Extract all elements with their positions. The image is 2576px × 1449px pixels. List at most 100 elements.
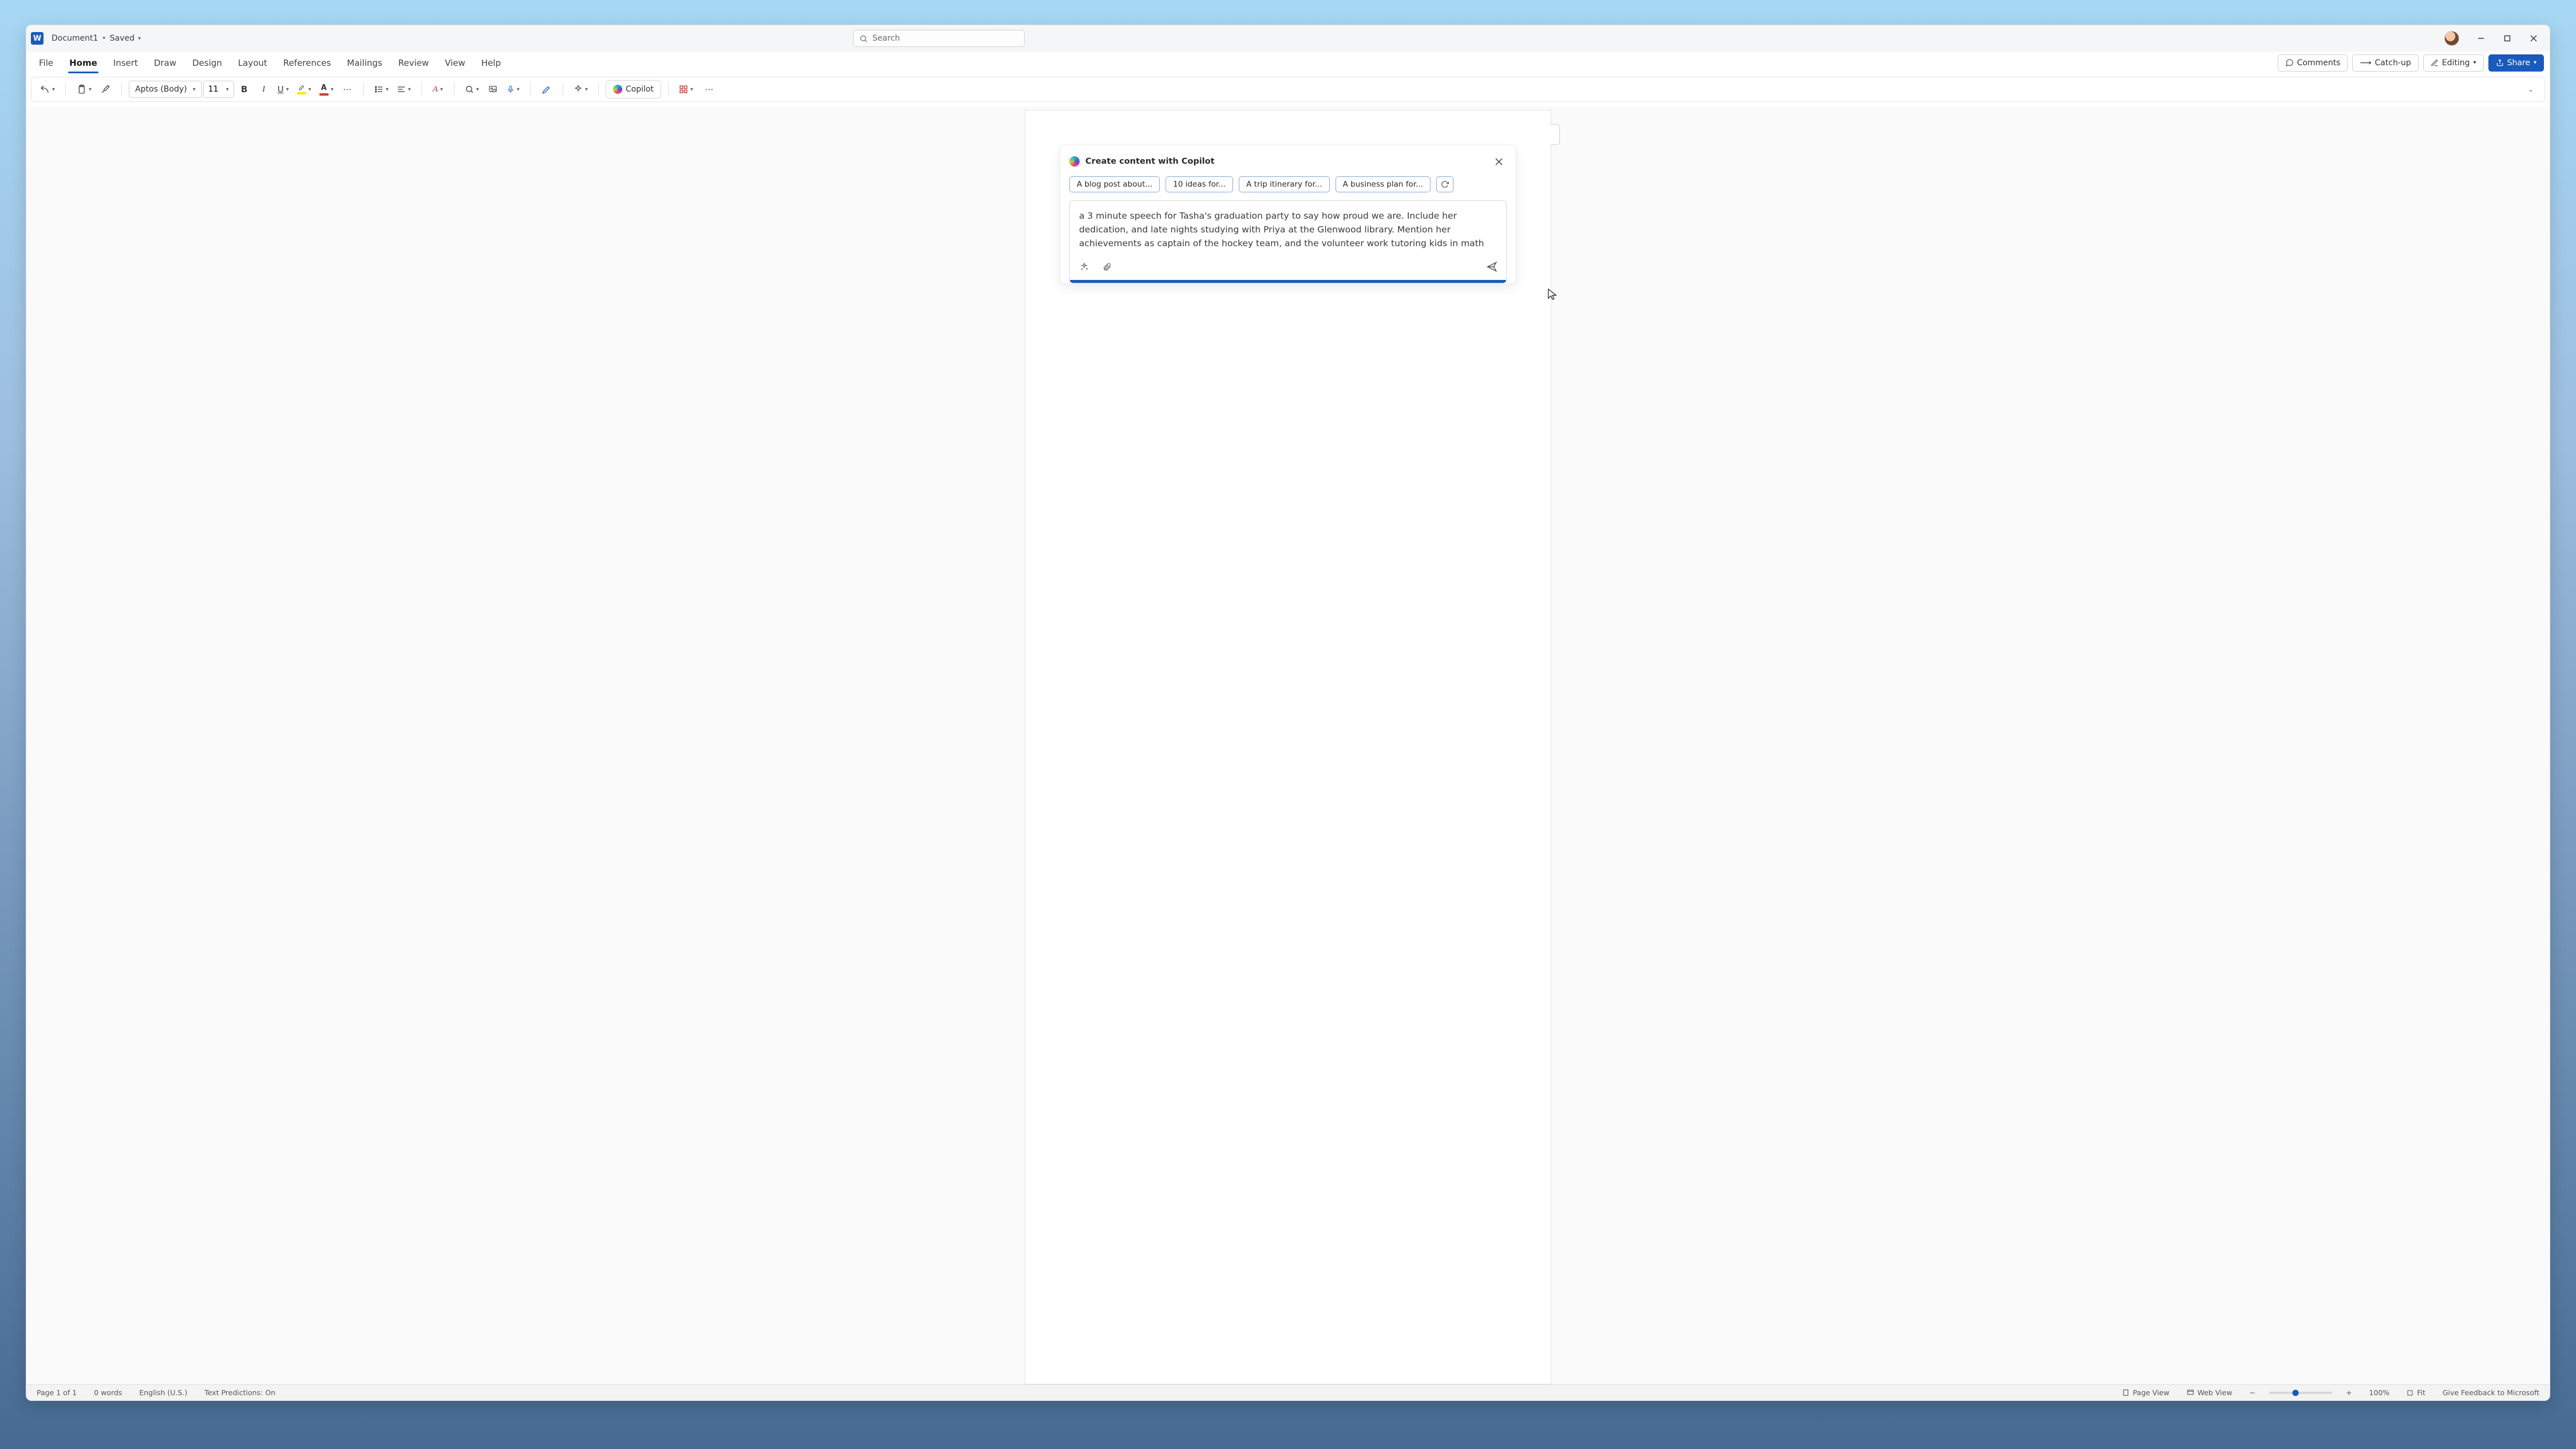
bold-button[interactable]: B (235, 80, 254, 98)
align-button[interactable]: ▾ (393, 80, 414, 98)
pencil-icon (2431, 59, 2439, 67)
image-icon (488, 85, 498, 94)
editing-mode-button[interactable]: Editing ▾ (2423, 54, 2484, 72)
tab-draw[interactable]: Draw (147, 53, 183, 73)
add-in-button[interactable]: ▾ (675, 80, 697, 98)
refresh-suggestions-button[interactable] (1436, 176, 1453, 192)
fit-label: Fit (2417, 1388, 2425, 1397)
tab-help[interactable]: Help (475, 53, 508, 73)
ribbon-collapse-button[interactable]: ⌄ (2522, 80, 2540, 98)
maximize-icon (2504, 35, 2511, 42)
web-view-label: Web View (2198, 1388, 2233, 1397)
status-bar: Page 1 of 1 0 words English (U.S.) Text … (26, 1384, 2550, 1400)
copilot-label: Copilot (626, 85, 654, 94)
status-text-predictions[interactable]: Text Predictions: On (201, 1387, 279, 1398)
undo-button[interactable]: ▾ (36, 80, 58, 98)
fit-button[interactable]: Fit (2403, 1387, 2429, 1398)
clipboard-icon (76, 84, 86, 94)
page-view-button[interactable]: Page View (2119, 1387, 2173, 1398)
inspire-button[interactable] (1077, 259, 1092, 274)
share-button[interactable]: Share ▾ (2488, 54, 2544, 72)
copilot-prompt-textarea[interactable] (1070, 201, 1506, 254)
list-icon (374, 85, 384, 94)
chevron-down-icon: ▾ (89, 86, 92, 93)
copilot-card-title: Create content with Copilot (1085, 157, 1215, 166)
highlight-button[interactable]: ▾ (294, 80, 315, 98)
tab-design[interactable]: Design (185, 53, 229, 73)
copilot-icon (613, 85, 622, 94)
ribbon-copilot-button[interactable]: Copilot (606, 80, 661, 98)
close-icon (2530, 35, 2537, 42)
tab-references[interactable]: References (276, 53, 338, 73)
status-page[interactable]: Page 1 of 1 (33, 1387, 80, 1398)
zoom-slider[interactable] (2269, 1392, 2332, 1394)
window-close-button[interactable] (2521, 29, 2546, 48)
comments-label: Comments (2297, 58, 2341, 68)
document-title[interactable]: Document1 • Saved ▾ (48, 34, 141, 43)
font-size-select[interactable]: 11▾ (203, 81, 234, 98)
insert-media-button[interactable] (484, 80, 502, 98)
catchup-button[interactable]: ⟶ Catch-up (2352, 54, 2418, 72)
catchup-label: Catch-up (2375, 58, 2411, 68)
zoom-level[interactable]: 100% (2365, 1387, 2393, 1398)
more-font-button[interactable]: ⋯ (338, 80, 357, 98)
chevron-down-icon: ▾ (138, 35, 141, 42)
tab-mailings[interactable]: Mailings (340, 53, 389, 73)
status-word-count[interactable]: 0 words (90, 1387, 125, 1398)
catchup-icon: ⟶ (2360, 58, 2371, 68)
chevron-down-icon: ▾ (408, 86, 411, 93)
sparkle-icon (574, 85, 583, 94)
document-page[interactable]: Create content with Copilot A blog post … (1025, 110, 1551, 1384)
zoom-thumb[interactable] (2293, 1389, 2299, 1396)
page-side-handle[interactable] (1551, 124, 1560, 145)
font-family-select[interactable]: Aptos (Body)▾ (129, 81, 202, 98)
suggestion-chip[interactable]: A trip itinerary for... (1239, 176, 1330, 192)
web-view-button[interactable]: Web View (2183, 1387, 2236, 1398)
editor-button[interactable] (538, 80, 556, 98)
comments-button[interactable]: Comments (2278, 54, 2348, 72)
italic-button[interactable]: I (255, 80, 273, 98)
paintbrush-icon (100, 84, 110, 94)
bullets-button[interactable]: ▾ (371, 80, 392, 98)
find-button[interactable]: ▾ (461, 80, 483, 98)
styles-button[interactable]: A▾ (429, 80, 447, 98)
status-language[interactable]: English (U.S.) (136, 1387, 191, 1398)
dictate-button[interactable]: ▾ (503, 80, 523, 98)
format-painter-button[interactable] (96, 80, 114, 98)
user-avatar[interactable] (2444, 31, 2459, 46)
word-app-icon: W (31, 32, 44, 45)
paste-button[interactable]: ▾ (73, 80, 95, 98)
window-maximize-button[interactable] (2495, 29, 2520, 48)
feedback-link[interactable]: Give Feedback to Microsoft (2439, 1387, 2543, 1398)
tab-layout[interactable]: Layout (231, 53, 274, 73)
copilot-suggestions: A blog post about... 10 ideas for... A t… (1069, 176, 1507, 192)
more-commands-button[interactable]: ⋯ (700, 80, 718, 98)
font-color-button[interactable]: A▾ (316, 80, 337, 98)
window-minimize-button[interactable] (2468, 29, 2494, 48)
fit-icon (2407, 1389, 2413, 1396)
tab-review[interactable]: Review (392, 53, 436, 73)
chevron-down-icon: ▾ (52, 86, 55, 93)
zoom-out-button[interactable]: − (2246, 1387, 2258, 1398)
page-icon (2122, 1389, 2129, 1396)
underline-button[interactable]: U▾ (274, 80, 293, 98)
zoom-in-button[interactable]: + (2342, 1387, 2355, 1398)
grid-icon (679, 85, 688, 94)
suggestion-chip[interactable]: A blog post about... (1069, 176, 1160, 192)
send-button[interactable] (1484, 259, 1499, 274)
tab-home[interactable]: Home (62, 53, 104, 73)
copilot-close-button[interactable] (1491, 153, 1507, 169)
search-box[interactable]: Search (853, 30, 1025, 47)
chevron-down-icon: ▾ (476, 86, 479, 93)
suggestion-chip[interactable]: A business plan for... (1336, 176, 1431, 192)
designer-button[interactable]: ▾ (570, 80, 591, 98)
attach-button[interactable] (1100, 259, 1115, 274)
font-size-value: 11 (208, 85, 219, 94)
document-canvas[interactable]: Create content with Copilot A blog post … (26, 106, 2550, 1384)
tab-view[interactable]: View (438, 53, 472, 73)
tab-insert[interactable]: Insert (106, 53, 145, 73)
tab-file[interactable]: File (32, 53, 60, 73)
suggestion-chip[interactable]: 10 ideas for... (1165, 176, 1233, 192)
editing-label: Editing (2442, 58, 2470, 68)
app-window: W Document1 • Saved ▾ Search File Home I… (26, 25, 2550, 1401)
